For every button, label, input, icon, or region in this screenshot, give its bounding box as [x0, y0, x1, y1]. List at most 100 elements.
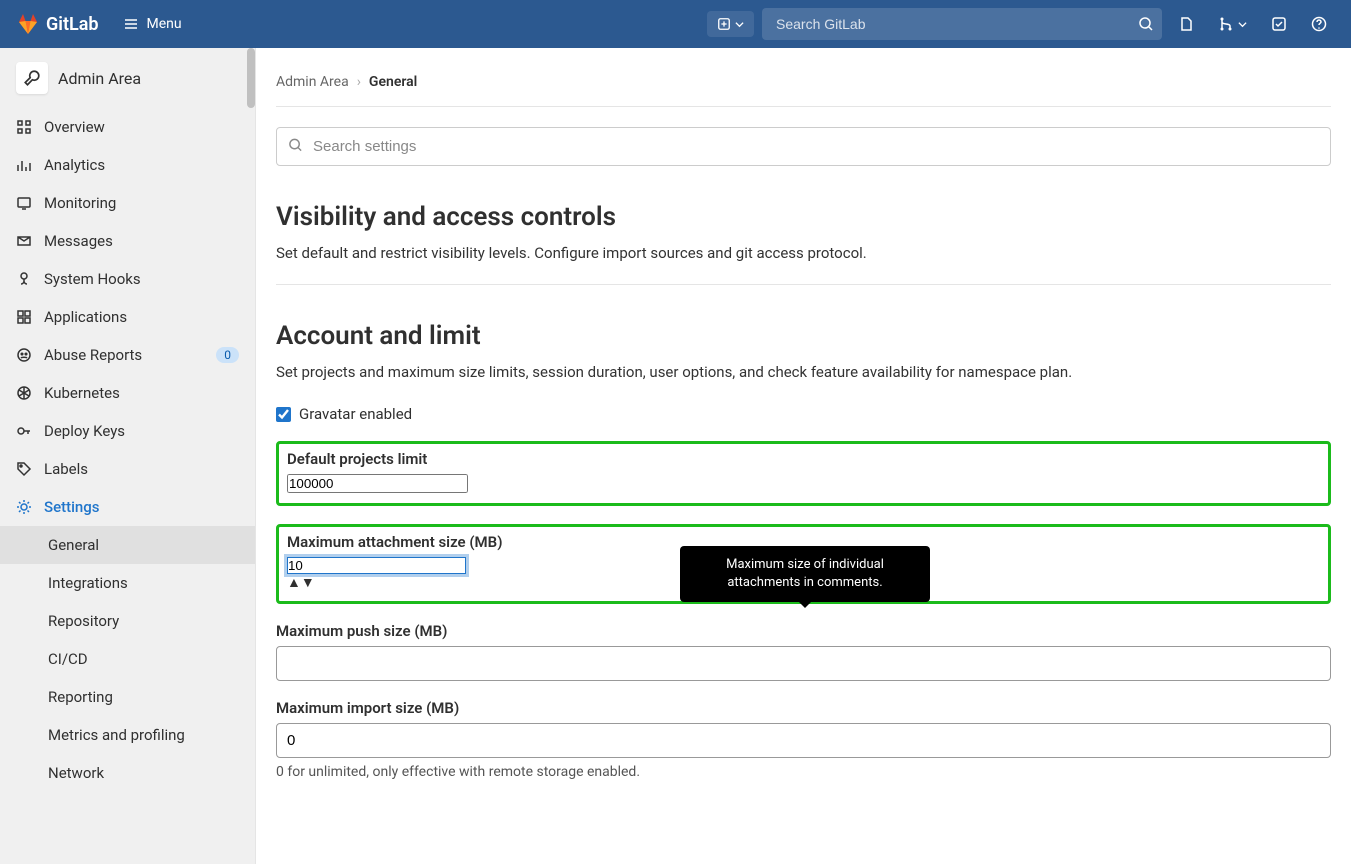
default-projects-label: Default projects limit: [287, 450, 1320, 468]
section-desc: Set default and restrict visibility leve…: [276, 244, 1331, 262]
sidebar-subitem-label: CI/CD: [48, 650, 88, 668]
plus-icon: [717, 17, 731, 31]
sidebar-subitem-general[interactable]: General: [0, 526, 255, 564]
sidebar-item-label: Analytics: [44, 156, 105, 174]
settings-search-input[interactable]: [276, 127, 1331, 166]
sidebar-item-abuse-reports[interactable]: Abuse Reports 0: [0, 336, 255, 374]
max-import-help: 0 for unlimited, only effective with rem…: [276, 764, 1331, 780]
analytics-icon: [16, 157, 32, 173]
merge-requests-icon-btn[interactable]: [1210, 10, 1255, 38]
sidebar-subitem-reporting[interactable]: Reporting: [0, 678, 255, 716]
section-title: Visibility and access controls: [276, 202, 1331, 232]
sidebar-item-labels[interactable]: Labels: [0, 450, 255, 488]
todos-icon-btn[interactable]: [1263, 10, 1295, 38]
sidebar-item-label: Applications: [44, 308, 127, 326]
main-content: Admin Area › General Visibility and acce…: [256, 48, 1351, 864]
sidebar-item-label: Overview: [44, 118, 105, 136]
sidebar-subitem-ci-cd[interactable]: CI/CD: [0, 640, 255, 678]
monitoring-icon: [16, 195, 32, 211]
breadcrumb-separator: ›: [357, 74, 361, 90]
tooltip: Maximum size of individual attachments i…: [680, 546, 930, 602]
issues-icon-btn[interactable]: [1170, 10, 1202, 38]
sidebar-item-label: Deploy Keys: [44, 422, 125, 440]
sidebar-item-analytics[interactable]: Analytics: [0, 146, 255, 184]
scrollbar-thumb[interactable]: [247, 48, 255, 108]
applications-icon: [16, 309, 32, 325]
max-push-input[interactable]: [276, 646, 1331, 681]
sidebar-item-label: Kubernetes: [44, 384, 120, 402]
sidebar-item-messages[interactable]: Messages: [0, 222, 255, 260]
max-import-input[interactable]: [276, 723, 1331, 758]
menu-label: Menu: [147, 16, 182, 32]
overview-icon: [16, 119, 32, 135]
messages-icon: [16, 233, 32, 249]
sidebar-item-overview[interactable]: Overview: [0, 108, 255, 146]
plus-dropdown[interactable]: [707, 11, 754, 37]
settings-search: [276, 127, 1331, 166]
default-projects-highlight: Default projects limit: [276, 441, 1331, 506]
section-visibility: Visibility and access controls Set defau…: [276, 202, 1331, 285]
help-icon-btn[interactable]: [1303, 10, 1335, 38]
sidebar-subitem-network[interactable]: Network: [0, 754, 255, 792]
global-search[interactable]: [762, 8, 1162, 40]
max-attachment-input[interactable]: [287, 557, 466, 574]
breadcrumb-parent[interactable]: Admin Area: [276, 74, 349, 90]
chevron-down-icon: [1238, 20, 1247, 29]
max-import-field: Maximum import size (MB) 0 for unlimited…: [276, 699, 1331, 780]
sidebar-item-monitoring[interactable]: Monitoring: [0, 184, 255, 222]
sidebar-item-label: Monitoring: [44, 194, 116, 212]
todo-icon: [1271, 16, 1287, 32]
search-icon: [1138, 16, 1154, 32]
section-title: Account and limit: [276, 321, 1331, 351]
sidebar: Admin Area Overview Analytics Monitoring Me…: [0, 48, 256, 864]
sidebar-title: Admin Area: [0, 48, 255, 108]
max-push-label: Maximum push size (MB): [276, 622, 1331, 640]
sidebar-item-kubernetes[interactable]: Kubernetes: [0, 374, 255, 412]
sidebar-subitem-label: Network: [48, 764, 104, 782]
wrench-icon: [16, 62, 48, 94]
sidebar-subitem-metrics-and-profiling[interactable]: Metrics and profiling: [0, 716, 255, 754]
section-desc: Set projects and maximum size limits, se…: [276, 363, 1331, 381]
merge-icon: [1218, 16, 1234, 32]
sidebar-subitem-label: Reporting: [48, 688, 113, 706]
settings-icon: [16, 499, 32, 515]
top-header: GitLab Menu: [0, 0, 1351, 48]
chevron-down-icon: [735, 20, 744, 29]
gravatar-checkbox[interactable]: [276, 407, 291, 422]
sidebar-item-label: Settings: [44, 498, 100, 516]
hamburger-icon: [123, 16, 139, 32]
sidebar-item-label: Messages: [44, 232, 113, 250]
gitlab-logo-icon: [16, 12, 40, 36]
sidebar-subitem-integrations[interactable]: Integrations: [0, 564, 255, 602]
sidebar-item-deploy-keys[interactable]: Deploy Keys: [0, 412, 255, 450]
sidebar-item-label: Labels: [44, 460, 88, 478]
sidebar-subitem-repository[interactable]: Repository: [0, 602, 255, 640]
menu-toggle[interactable]: Menu: [115, 10, 190, 38]
default-projects-input[interactable]: [287, 474, 468, 493]
hooks-icon: [16, 271, 32, 287]
gravatar-label[interactable]: Gravatar enabled: [299, 405, 412, 423]
breadcrumb-current: General: [369, 74, 417, 90]
sidebar-subitem-label: Repository: [48, 612, 119, 630]
search-icon: [288, 137, 303, 156]
sidebar-item-label: System Hooks: [44, 270, 141, 288]
help-icon: [1311, 16, 1327, 32]
brand-text: GitLab: [46, 14, 99, 35]
sidebar-subitem-label: General: [48, 536, 99, 554]
sidebar-item-label: Abuse Reports: [44, 346, 142, 364]
badge: 0: [216, 347, 239, 363]
max-push-field: Maximum push size (MB): [276, 622, 1331, 681]
max-import-label: Maximum import size (MB): [276, 699, 1331, 717]
brand-logo[interactable]: GitLab: [16, 12, 99, 36]
sidebar-subitem-label: Metrics and profiling: [48, 726, 185, 744]
sidebar-item-system-hooks[interactable]: System Hooks: [0, 260, 255, 298]
kubernetes-icon: [16, 385, 32, 401]
deploykeys-icon: [16, 423, 32, 439]
gravatar-field: Gravatar enabled: [276, 405, 1331, 423]
sidebar-item-applications[interactable]: Applications: [0, 298, 255, 336]
sidebar-subitem-label: Integrations: [48, 574, 128, 592]
global-search-input[interactable]: [770, 8, 1138, 40]
sidebar-item-settings[interactable]: Settings: [0, 488, 255, 526]
breadcrumb: Admin Area › General: [276, 64, 1331, 107]
labels-icon: [16, 461, 32, 477]
